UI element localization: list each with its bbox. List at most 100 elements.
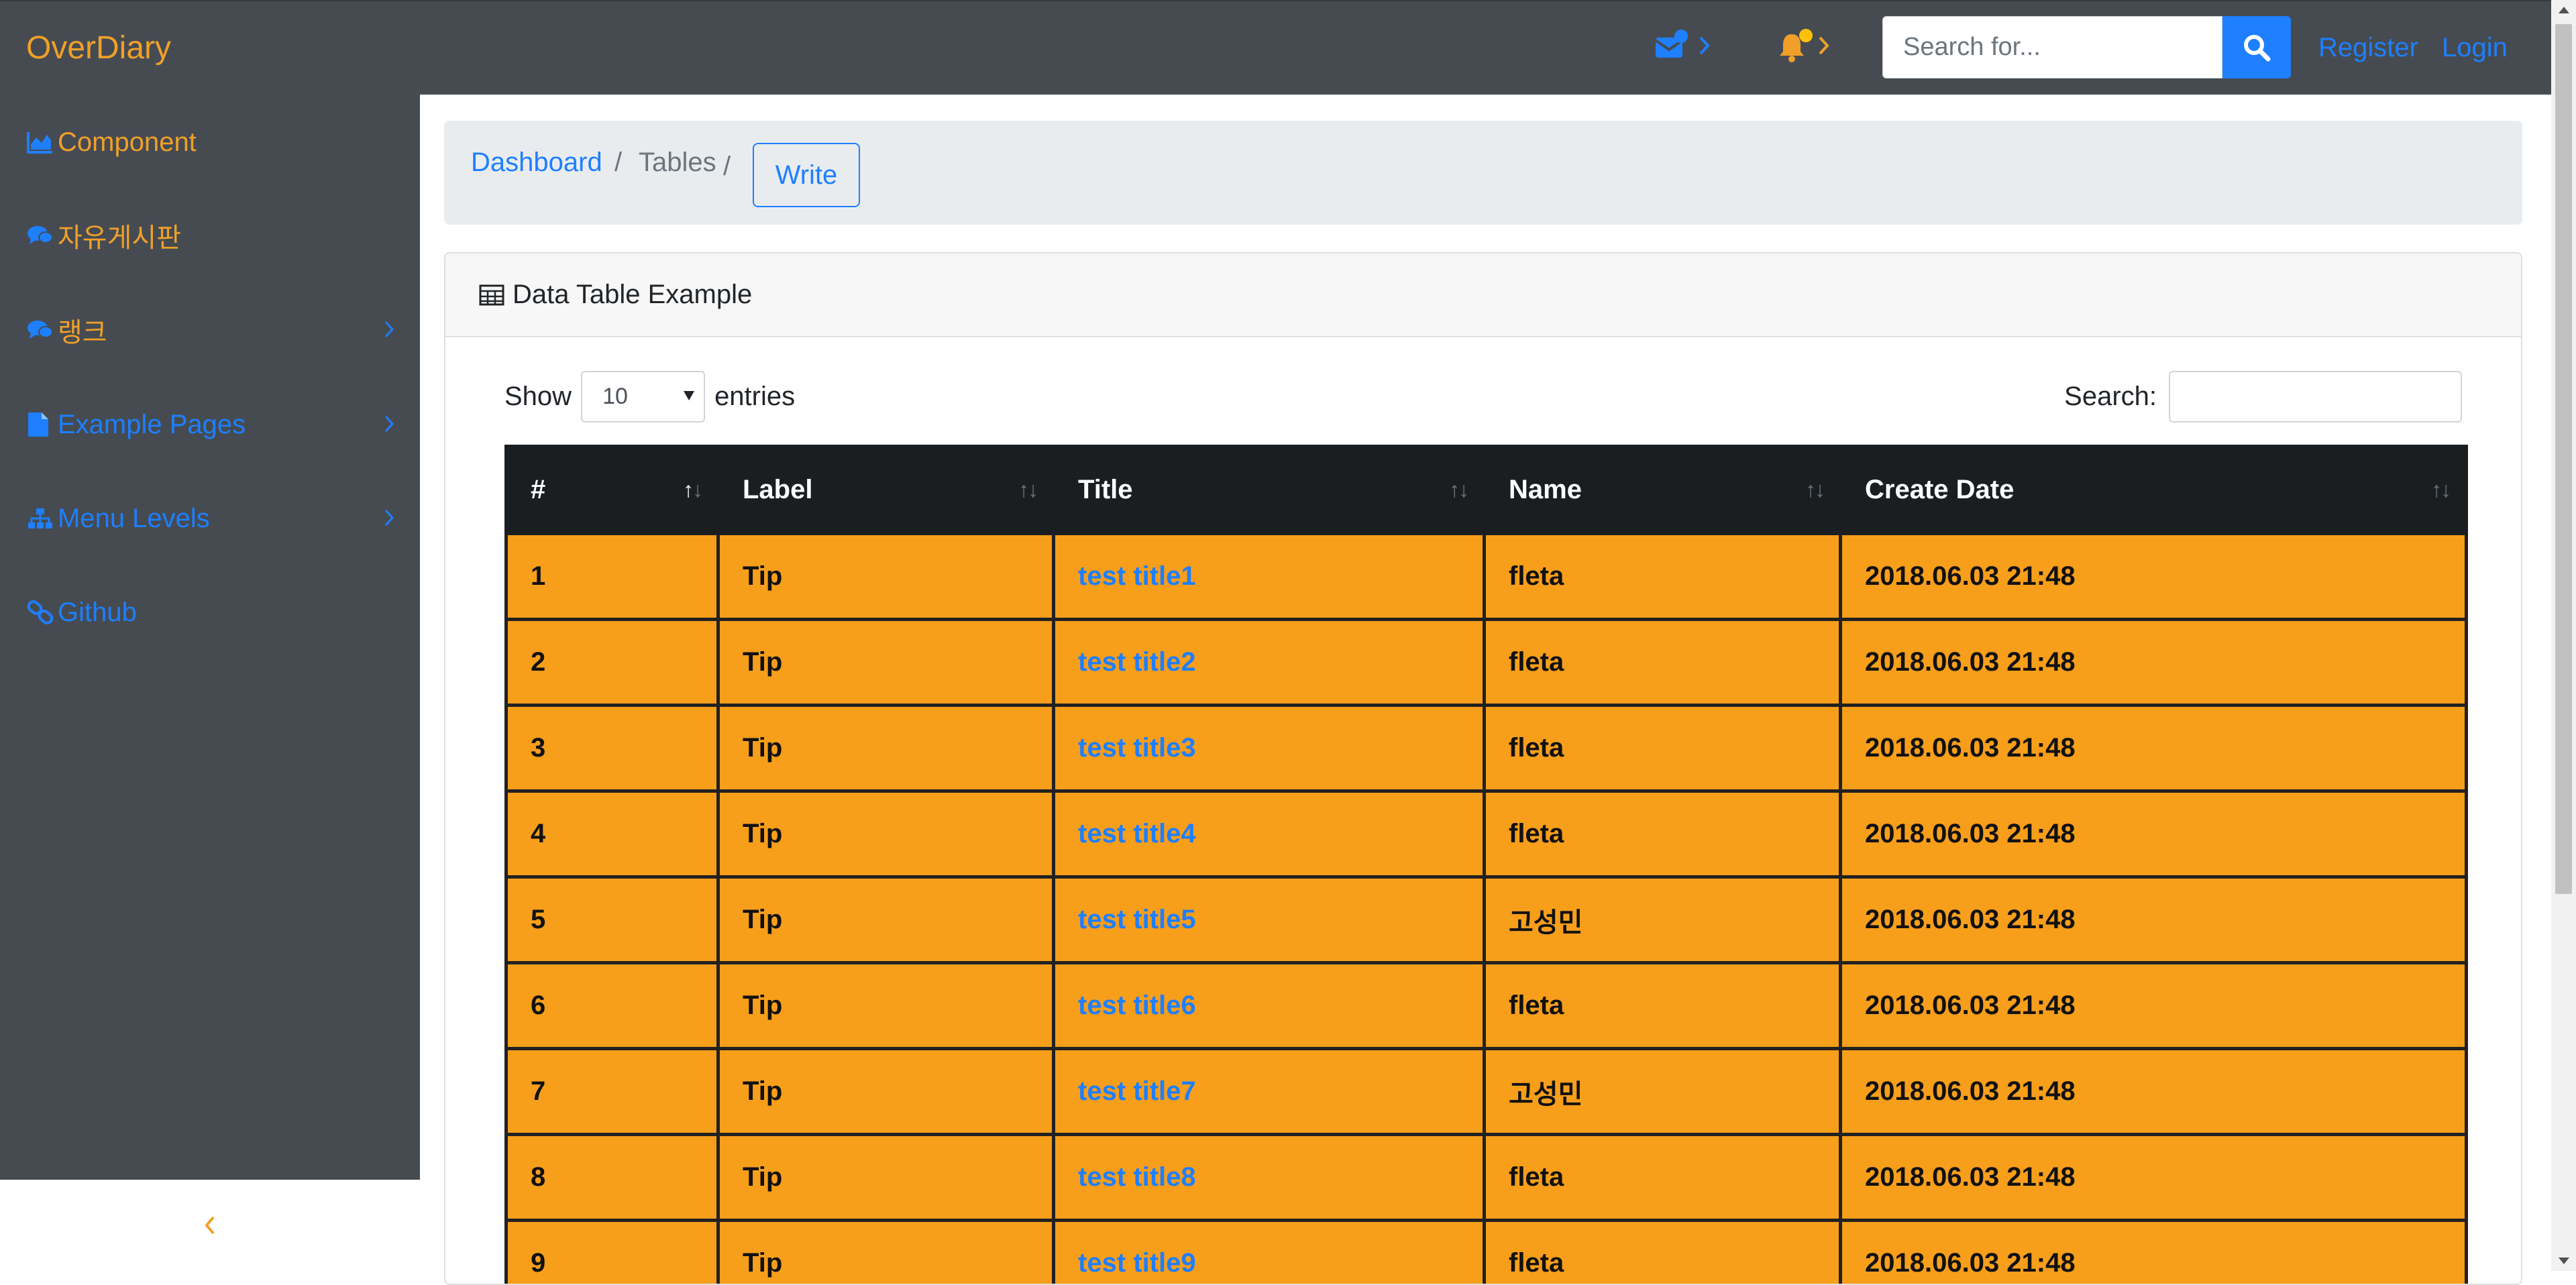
entries-select[interactable]: 10: [581, 371, 705, 423]
cell-name: fleta: [1485, 534, 1841, 620]
column-header-title[interactable]: Title↑↓: [1054, 447, 1485, 534]
chevron-right-icon: [1818, 36, 1830, 59]
file-icon: [27, 411, 58, 438]
cell-label: Tip: [718, 1221, 1054, 1285]
post-title-link[interactable]: test title7: [1078, 1076, 1196, 1106]
column-header-label[interactable]: Label↑↓: [718, 447, 1054, 534]
cell-date: 2018.06.03 21:48: [1841, 791, 2467, 877]
post-title-link[interactable]: test title6: [1078, 991, 1196, 1020]
table-row: 1 Tip test title1 fleta 2018.06.03 21:48: [506, 534, 2467, 620]
sidebar-item-github[interactable]: Github: [27, 589, 402, 636]
post-title-link[interactable]: test title2: [1078, 647, 1196, 677]
entries-label: entries: [714, 382, 795, 412]
column-header-name[interactable]: Name↑↓: [1485, 447, 1841, 534]
cell-label: Tip: [718, 791, 1054, 877]
cell-date: 2018.06.03 21:48: [1841, 620, 2467, 706]
sidebar-item-menu-levels[interactable]: Menu Levels: [27, 495, 402, 542]
top-navbar: OverDiary: [0, 0, 2551, 95]
sidebar-item-label: 랭크: [58, 311, 107, 349]
sidebar-toggle-button[interactable]: [0, 1180, 420, 1271]
sort-icon: ↑↓: [2431, 478, 2450, 502]
cell-label: Tip: [718, 1135, 1054, 1221]
sidebar-item-example-pages[interactable]: Example Pages: [27, 401, 402, 448]
login-link[interactable]: Login: [2442, 33, 2508, 63]
page-scrollbar[interactable]: [2551, 0, 2576, 1271]
cell-number: 1: [506, 534, 718, 620]
sort-asc-icon: ↑↓: [683, 478, 702, 502]
chevron-right-icon: [384, 410, 394, 440]
post-title-link[interactable]: test title8: [1078, 1162, 1196, 1192]
cell-number: 4: [506, 791, 718, 877]
breadcrumb: Dashboard / Tables / Write: [444, 121, 2522, 225]
table-row: 9 Tip test title9 fleta 2018.06.03 21:48: [506, 1221, 2467, 1285]
cell-date: 2018.06.03 21:48: [1841, 877, 2467, 963]
post-title-link[interactable]: test title3: [1078, 733, 1196, 763]
breadcrumb-dashboard-link[interactable]: Dashboard: [471, 148, 602, 178]
write-button[interactable]: Write: [753, 143, 860, 207]
cell-number: 6: [506, 963, 718, 1049]
messages-dropdown[interactable]: [1654, 27, 1711, 67]
card-title: Data Table Example: [513, 280, 752, 310]
post-title-link[interactable]: test title9: [1078, 1248, 1196, 1278]
sidebar-item-component[interactable]: Component: [27, 119, 402, 166]
alerts-dropdown[interactable]: [1778, 27, 1830, 67]
post-title-link[interactable]: test title1: [1078, 561, 1196, 591]
entries-length-control: Show 10 entries: [504, 371, 795, 423]
table-search-control: Search:: [2064, 371, 2462, 423]
cell-title: test title5: [1054, 877, 1485, 963]
cell-title: test title6: [1054, 963, 1485, 1049]
navbar-search-button[interactable]: [2222, 16, 2291, 78]
cell-number: 3: [506, 706, 718, 791]
data-table: #↑↓ Label↑↓ Title↑↓ Name↑↓ Create Date↑↓…: [504, 445, 2468, 1285]
cell-date: 2018.06.03 21:48: [1841, 963, 2467, 1049]
cell-name: fleta: [1485, 620, 1841, 706]
data-table-card: Data Table Example Show 10 entries Searc…: [444, 252, 2522, 1285]
comments-icon: [27, 224, 58, 247]
table-search-input[interactable]: [2169, 371, 2462, 423]
navbar-search-input[interactable]: [1882, 16, 2222, 78]
cell-title: test title1: [1054, 534, 1485, 620]
navbar-search: [1882, 16, 2291, 78]
sidebar-item-label: Component: [58, 127, 197, 158]
sidebar-item-label: Menu Levels: [58, 504, 210, 534]
cell-label: Tip: [718, 706, 1054, 791]
cell-label: Tip: [718, 877, 1054, 963]
sidebar-item-label: Example Pages: [58, 410, 246, 440]
table-row: 6 Tip test title6 fleta 2018.06.03 21:48: [506, 963, 2467, 1049]
chevron-right-icon: [1699, 36, 1711, 59]
table-row: 5 Tip test title5 고성민 2018.06.03 21:48: [506, 877, 2467, 963]
sort-icon: ↑↓: [1018, 478, 1037, 502]
sidebar-item-rank[interactable]: 랭크: [27, 306, 402, 353]
cell-title: test title9: [1054, 1221, 1485, 1285]
table-header-row: #↑↓ Label↑↓ Title↑↓ Name↑↓ Create Date↑↓: [506, 447, 2467, 534]
alert-indicator-dot: [1799, 29, 1813, 42]
register-link[interactable]: Register: [2318, 33, 2418, 63]
post-title-link[interactable]: test title4: [1078, 819, 1196, 848]
caret-down-icon: [684, 391, 694, 400]
table-row: 4 Tip test title4 fleta 2018.06.03 21:48: [506, 791, 2467, 877]
table-row: 8 Tip test title8 fleta 2018.06.03 21:48: [506, 1135, 2467, 1221]
cell-date: 2018.06.03 21:48: [1841, 1049, 2467, 1135]
breadcrumb-separator: /: [723, 152, 731, 182]
chevron-left-icon: [204, 1215, 216, 1235]
column-header-number[interactable]: #↑↓: [506, 447, 718, 534]
sidebar-item-label: 자유게시판: [58, 216, 181, 255]
cell-title: test title8: [1054, 1135, 1485, 1221]
scroll-down-arrow-icon[interactable]: [2559, 1258, 2569, 1264]
cell-name: 고성민: [1485, 1049, 1841, 1135]
message-indicator-dot: [1674, 30, 1688, 43]
cell-date: 2018.06.03 21:48: [1841, 1135, 2467, 1221]
brand-logo[interactable]: OverDiary: [26, 30, 171, 66]
cell-number: 8: [506, 1135, 718, 1221]
cell-number: 5: [506, 877, 718, 963]
post-title-link[interactable]: test title5: [1078, 905, 1196, 934]
comments-icon: [27, 319, 58, 341]
scroll-up-arrow-icon[interactable]: [2559, 7, 2569, 13]
scrollbar-thumb[interactable]: [2555, 24, 2572, 894]
cell-title: test title3: [1054, 706, 1485, 791]
sort-icon: ↑↓: [1449, 478, 1468, 502]
column-header-create-date[interactable]: Create Date↑↓: [1841, 447, 2467, 534]
sitemap-icon: [27, 507, 58, 530]
cell-name: fleta: [1485, 963, 1841, 1049]
sidebar-item-free-board[interactable]: 자유게시판: [27, 212, 402, 259]
